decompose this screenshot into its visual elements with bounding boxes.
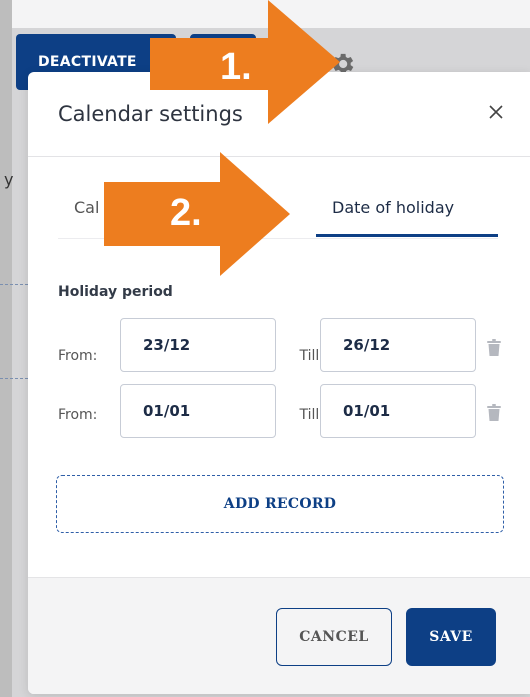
background-left-edge [0,0,12,697]
background-divider [0,378,28,379]
tab-date-of-holiday[interactable]: Date of holiday [332,198,454,217]
till-date-field[interactable]: 26/12 [320,318,476,372]
trash-icon[interactable] [486,339,502,357]
annotation-step-2: 2. [170,192,202,234]
save-button[interactable]: SAVE [406,608,496,666]
till-label: Till: [299,348,324,364]
active-tab-indicator [316,234,498,237]
till-date-field[interactable]: 01/01 [320,384,476,438]
close-icon[interactable] [486,102,506,122]
tab-calendar[interactable]: Cal [74,198,99,217]
from-label: From: [58,407,98,423]
holiday-period-label: Holiday period [58,284,173,300]
from-label: From: [58,348,98,364]
background-side-text: y [4,170,14,189]
background-divider [0,284,28,285]
add-record-button[interactable]: ADD RECORD [56,475,504,533]
trash-icon[interactable] [486,404,502,422]
annotation-step-1: 1. [220,46,252,88]
till-label: Till: [299,407,324,423]
from-date-field[interactable]: 01/01 [120,384,276,438]
cancel-button[interactable]: CANCEL [276,608,392,666]
from-date-field[interactable]: 23/12 [120,318,276,372]
modal-footer: CANCEL SAVE [28,577,530,694]
